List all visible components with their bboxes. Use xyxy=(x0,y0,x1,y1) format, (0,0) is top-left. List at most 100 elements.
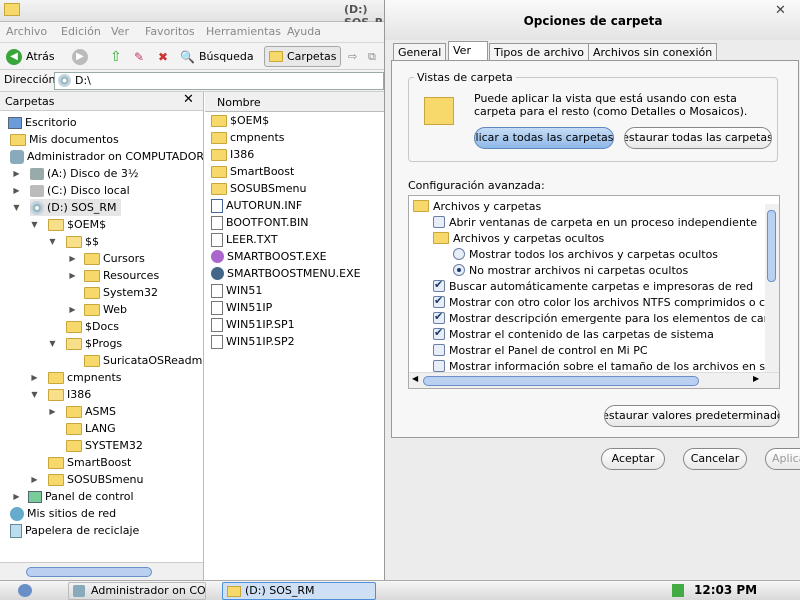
tree-item-mydocs[interactable]: Mis documentos xyxy=(10,131,119,148)
checkbox-checked[interactable] xyxy=(433,278,445,292)
move-to-button[interactable]: ⇨ xyxy=(344,46,361,67)
tree-item-lang[interactable]: LANG xyxy=(66,420,116,437)
reset-all-folders-button[interactable]: Restaurar todas las carpetas xyxy=(624,127,772,149)
collapse-icon[interactable]: ▼ xyxy=(30,220,39,229)
menu-herramientas[interactable]: Herramientas xyxy=(206,25,281,38)
tab-offline-files[interactable]: Archivos sin conexión xyxy=(588,43,718,61)
file-item[interactable]: WIN51IP.SP2 xyxy=(211,333,295,350)
forward-button[interactable]: ▶ xyxy=(68,46,92,67)
tree-item-system32[interactable]: System32 xyxy=(84,284,158,301)
start-icon[interactable] xyxy=(18,584,32,597)
tree-item-admin[interactable]: Administrador on COMPUTADORA xyxy=(10,148,203,165)
up-button[interactable]: ⇧ xyxy=(106,46,126,67)
tree-item-docs[interactable]: $Docs xyxy=(66,318,119,335)
option-no-show-hidden[interactable]: No mostrar archivos ni carpetas ocultos xyxy=(453,262,688,278)
horizontal-scrollbar[interactable]: ◀ ▶ xyxy=(409,372,779,388)
file-item[interactable]: SMARTBOOSTMENU.EXE xyxy=(211,265,361,282)
tab-ver[interactable]: Ver xyxy=(448,41,488,61)
file-item[interactable]: BOOTFONT.BIN xyxy=(211,214,309,231)
tree-item-ss[interactable]: $$ xyxy=(66,233,99,250)
option-network-printers[interactable]: Buscar automáticamente carpetas e impres… xyxy=(433,278,753,294)
tree-horizontal-scrollbar[interactable] xyxy=(0,562,203,580)
tree-item-c-drive[interactable]: (C:) Disco local xyxy=(30,182,130,199)
column-header-name[interactable]: Nombre xyxy=(205,92,385,112)
menu-ver[interactable]: Ver xyxy=(111,25,129,38)
tree-item-cmpnents[interactable]: cmpnents xyxy=(48,369,122,386)
radio-button[interactable] xyxy=(453,248,465,260)
apply-to-all-folders-button[interactable]: Aplicar a todas las carpetas xyxy=(474,127,614,149)
tree-item-recycle[interactable]: Papelera de reciclaje xyxy=(10,522,139,539)
tab-file-types[interactable]: Tipos de archivo xyxy=(489,43,589,61)
restore-defaults-button[interactable]: Restaurar valores predeterminados xyxy=(604,405,780,427)
scroll-thumb[interactable] xyxy=(423,376,699,386)
toolbar-tool-1[interactable]: ✎ xyxy=(130,46,148,67)
apply-button[interactable]: Aplicar xyxy=(765,448,800,470)
toolbar-tool-2[interactable]: ✖ xyxy=(154,46,172,67)
folders-button[interactable]: Carpetas xyxy=(264,46,342,67)
checkbox[interactable] xyxy=(433,360,445,372)
file-item[interactable]: WIN51 xyxy=(211,282,262,299)
scroll-right-icon[interactable]: ▶ xyxy=(753,374,759,383)
address-input[interactable]: D:\ xyxy=(54,72,384,90)
file-item[interactable]: WIN51IP.SP1 xyxy=(211,316,295,333)
file-item[interactable]: WIN51IP xyxy=(211,299,272,316)
expand-icon[interactable]: ▶ xyxy=(68,305,77,314)
expand-icon[interactable]: ▶ xyxy=(68,254,77,263)
file-item[interactable]: SMARTBOOST.EXE xyxy=(211,248,327,265)
tree-item-sosubsmenu[interactable]: SOSUBSmenu xyxy=(48,471,143,488)
collapse-icon[interactable]: ▼ xyxy=(48,339,57,348)
file-item[interactable]: cmpnents xyxy=(211,129,285,146)
tree-item-network[interactable]: Mis sitios de red xyxy=(10,505,116,522)
tree-item-asms[interactable]: ASMS xyxy=(66,403,116,420)
tree-item-web[interactable]: Web xyxy=(84,301,127,318)
menu-archivo[interactable]: Archivo xyxy=(6,25,47,38)
expand-icon[interactable]: ▶ xyxy=(30,475,39,484)
tree-item-control-panel[interactable]: Panel de control xyxy=(28,488,134,505)
menu-ayuda[interactable]: Ayuda xyxy=(287,25,321,38)
menu-favoritos[interactable]: Favoritos xyxy=(145,25,195,38)
network-tray-icon[interactable] xyxy=(672,584,684,597)
tree-item-progs[interactable]: $Progs xyxy=(66,335,122,352)
tree-item-desktop[interactable]: Escritorio xyxy=(8,114,77,131)
checkbox-checked[interactable] xyxy=(433,310,445,324)
expand-icon[interactable]: ▶ xyxy=(68,271,77,280)
option-control-panel[interactable]: Mostrar el Panel de control en Mi PC xyxy=(433,342,648,358)
tree-item-oem[interactable]: $OEM$ xyxy=(48,216,106,233)
collapse-icon[interactable]: ▼ xyxy=(12,203,21,212)
checkbox-checked[interactable] xyxy=(433,294,445,308)
collapse-icon[interactable]: ▼ xyxy=(30,390,39,399)
tree-item-i386[interactable]: I386 xyxy=(48,386,91,403)
expand-icon[interactable]: ▶ xyxy=(12,186,21,195)
checkbox-checked[interactable] xyxy=(433,326,445,340)
collapse-icon[interactable]: ▼ xyxy=(48,237,57,246)
file-item[interactable]: SOSUBSmenu xyxy=(211,180,306,197)
tree-item-suricata[interactable]: SuricataOSReadme xyxy=(84,352,203,369)
checkbox[interactable] xyxy=(433,344,445,356)
expand-icon[interactable]: ▶ xyxy=(30,373,39,382)
tree-item-smartboost[interactable]: SmartBoost xyxy=(48,454,131,471)
advanced-settings-list[interactable]: Archivos y carpetas Abrir ventanas de ca… xyxy=(408,195,780,389)
file-item[interactable]: LEER.TXT xyxy=(211,231,278,248)
close-icon[interactable]: ✕ xyxy=(775,3,786,18)
expand-icon[interactable]: ▶ xyxy=(48,407,57,416)
menu-edicion[interactable]: Edición xyxy=(61,25,101,38)
option-separate-process[interactable]: Abrir ventanas de carpeta en un proceso … xyxy=(433,214,757,230)
checkbox[interactable] xyxy=(433,216,445,228)
tree-item-cursors[interactable]: Cursors xyxy=(84,250,145,267)
copy-to-button[interactable]: ⧉ xyxy=(364,46,380,67)
tree-item-resources[interactable]: Resources xyxy=(84,267,159,284)
option-system-folders[interactable]: Mostrar el contenido de las carpetas de … xyxy=(433,326,714,342)
tree-item-system32-i386[interactable]: SYSTEM32 xyxy=(66,437,143,454)
ok-button[interactable]: Aceptar xyxy=(601,448,665,470)
option-ntfs-color[interactable]: Mostrar con otro color los archivos NTFS… xyxy=(433,294,779,310)
tree-item-d-drive[interactable]: (D:) SOS_RM xyxy=(30,199,121,216)
taskbar-item-sos-rm[interactable]: (D:) SOS_RM xyxy=(222,582,376,600)
back-button[interactable]: ◀ Atrás xyxy=(2,46,59,67)
scroll-thumb[interactable] xyxy=(767,210,776,282)
radio-button-selected[interactable] xyxy=(453,264,465,276)
scroll-left-icon[interactable]: ◀ xyxy=(412,374,418,383)
cancel-button[interactable]: Cancelar xyxy=(683,448,747,470)
search-button[interactable]: 🔍 Búsqueda xyxy=(176,46,258,67)
tab-general[interactable]: General xyxy=(393,43,447,61)
vertical-scrollbar[interactable] xyxy=(765,204,779,372)
